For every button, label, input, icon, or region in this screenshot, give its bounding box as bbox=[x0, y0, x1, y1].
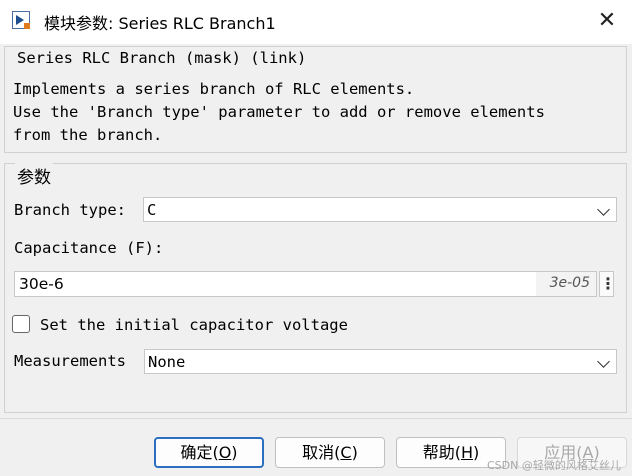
description-group: Series RLC Branch (mask) (link) Implemen… bbox=[4, 46, 627, 153]
watermark-text: CSDN @轻微的风格艾丝儿 bbox=[487, 459, 621, 472]
footer-divider bbox=[0, 418, 632, 419]
close-icon[interactable]: ✕ bbox=[594, 8, 620, 34]
description-line-2: Use the 'Branch type' parameter to add o… bbox=[13, 103, 545, 121]
measurements-select[interactable]: None bbox=[144, 349, 617, 374]
help-label: 帮助( bbox=[422, 443, 461, 462]
cancel-label-end: ) bbox=[351, 443, 358, 462]
simulink-block-icon bbox=[12, 11, 30, 29]
initial-voltage-label: Set the initial capacitor voltage bbox=[40, 316, 348, 334]
capacitance-evaluated: 3e-05 bbox=[549, 275, 590, 291]
help-accelerator: H bbox=[460, 443, 474, 462]
ok-button[interactable]: 确定(O) bbox=[154, 437, 264, 468]
capacitance-value: 30e-6 bbox=[19, 275, 64, 293]
branch-type-select[interactable]: C bbox=[143, 197, 617, 222]
chevron-down-icon bbox=[597, 203, 610, 216]
measurements-label: Measurements bbox=[14, 352, 126, 370]
evaluated-value-box: 3e-05 bbox=[536, 272, 596, 296]
capacitance-field[interactable]: 30e-6 3e-05 bbox=[14, 271, 597, 297]
capacitance-label: Capacitance (F): bbox=[14, 239, 164, 257]
measurements-value: None bbox=[148, 353, 186, 371]
cancel-button[interactable]: 取消(C) bbox=[275, 437, 385, 468]
description-line-1: Implements a series branch of RLC elemen… bbox=[13, 80, 415, 98]
initial-voltage-checkbox[interactable] bbox=[12, 315, 30, 333]
window-title: 模块参数: Series RLC Branch1 bbox=[44, 14, 276, 33]
cancel-accelerator: C bbox=[340, 443, 352, 462]
cancel-label: 取消( bbox=[302, 443, 341, 462]
help-label-end: ) bbox=[473, 443, 480, 462]
branch-type-label: Branch type: bbox=[14, 201, 126, 219]
title-bar: 模块参数: Series RLC Branch1 ✕ bbox=[0, 0, 632, 44]
description-header: Series RLC Branch (mask) (link) bbox=[13, 49, 311, 67]
ok-label: 确定( bbox=[180, 443, 219, 462]
chevron-down-icon bbox=[597, 355, 610, 368]
ok-label-end: ) bbox=[231, 443, 238, 462]
description-line-3: from the branch. bbox=[13, 126, 163, 144]
branch-type-value: C bbox=[147, 201, 157, 219]
ok-accelerator: O bbox=[218, 443, 232, 462]
parameters-legend: 参数 bbox=[15, 163, 53, 188]
more-options-icon[interactable]: ⋮ bbox=[599, 271, 616, 297]
